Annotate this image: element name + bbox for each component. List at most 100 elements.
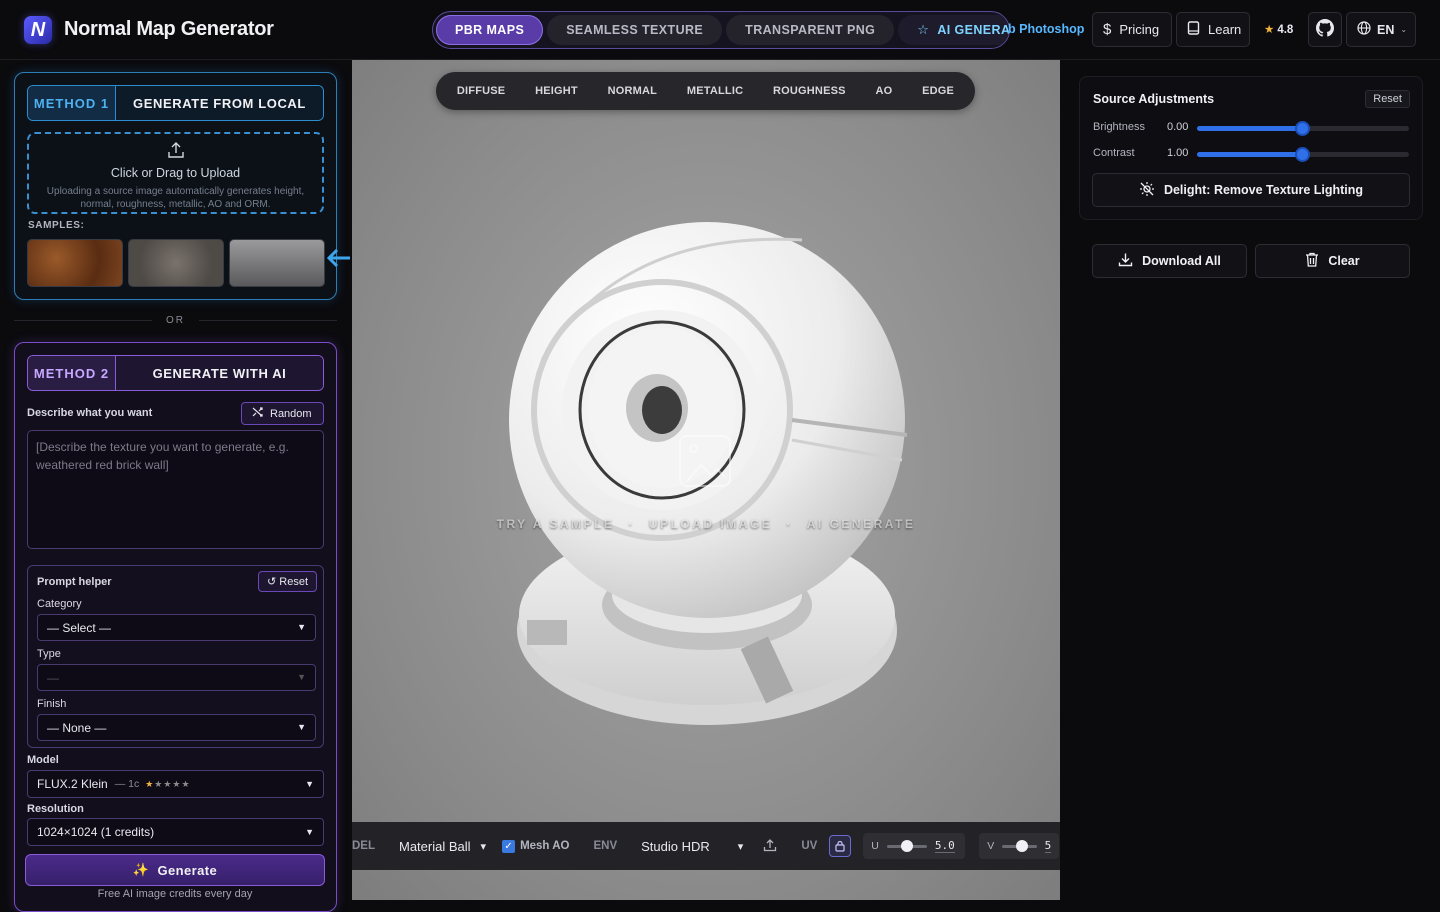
method1-label: GENERATE FROM LOCAL [116, 86, 323, 120]
mesh-select[interactable]: Material Ball ▾ [399, 839, 486, 854]
lock-icon[interactable] [829, 835, 852, 857]
download-all-button[interactable]: Download All [1092, 244, 1247, 278]
contrast-slider[interactable] [1197, 147, 1409, 162]
v-slider[interactable] [1002, 839, 1037, 852]
sample-metal[interactable] [229, 239, 325, 287]
random-button[interactable]: Random [241, 402, 324, 425]
uv-label: UV [801, 840, 818, 852]
v-slider-handle[interactable] [1016, 839, 1029, 852]
image-placeholder-icon [679, 435, 731, 487]
method1-number: METHOD 1 [28, 86, 116, 120]
map-tab-normal[interactable]: NORMAL [608, 85, 657, 97]
method2-header: METHOD 2 GENERATE WITH AI [27, 355, 324, 391]
method1-header: METHOD 1 GENERATE FROM LOCAL [27, 85, 324, 121]
pricing-button[interactable]: $ Pricing [1092, 12, 1172, 47]
finish-value: — None — [47, 720, 107, 735]
sample-leather[interactable] [27, 239, 123, 287]
model-cost: — 1c [114, 778, 140, 790]
env-value: Studio HDR [641, 838, 710, 854]
hint-upload-image[interactable]: UPLOAD IMAGE [649, 517, 772, 531]
source-adjustments-card: Source Adjustments Reset Brightness 0.00… [1079, 76, 1423, 220]
helper-reset-button[interactable]: ↺ Reset [258, 571, 318, 592]
category-select[interactable]: — Select — ▼ [37, 614, 316, 641]
model-label: Model [27, 754, 59, 766]
tab-pbr-maps[interactable]: PBR MAPS [436, 15, 544, 45]
brightness-value: 0.00 [1167, 121, 1189, 133]
u-slider-handle[interactable] [900, 839, 913, 852]
caret-down-icon: ▼ [305, 827, 314, 837]
star-empty-icon: ★★★★ [154, 778, 191, 789]
hint-ai-generate[interactable]: AI GENERATE [807, 517, 916, 531]
type-label: Type [37, 648, 61, 660]
chevron-down-icon: ▾ [480, 840, 487, 853]
hint-try-sample[interactable]: TRY A SAMPLE [497, 517, 615, 531]
model-select[interactable]: FLUX.2 Klein — 1c ★★★★★ ▼ [27, 770, 324, 798]
sample-stone[interactable] [128, 239, 224, 287]
upload-env-icon[interactable] [763, 838, 777, 855]
rating-badge: ★ 4.8 [1264, 22, 1293, 36]
brightness-slider-handle[interactable] [1295, 121, 1310, 136]
map-tab-edge[interactable]: EDGE [922, 85, 954, 97]
divider-line [199, 319, 337, 321]
caret-down-icon: ▼ [297, 672, 306, 682]
u-value[interactable]: 5.0 [934, 839, 955, 853]
3d-viewport[interactable]: DIFFUSE HEIGHT NORMAL METALLIC ROUGHNESS… [352, 60, 1060, 900]
app-title[interactable]: Normal Map Generator [64, 18, 274, 41]
rating-value: 4.8 [1277, 24, 1294, 36]
tab-ai-generate[interactable]: ☆ AI GENERATE [898, 15, 1009, 45]
map-tab-metallic[interactable]: METALLIC [687, 85, 743, 97]
checkbox-checked-icon[interactable]: ✓ [502, 839, 516, 853]
u-scale-control[interactable]: U 5.0 [863, 833, 966, 859]
map-tab-ao[interactable]: AO [875, 85, 892, 97]
v-scale-control[interactable]: V 5 [979, 833, 1060, 859]
method2-number: METHOD 2 [28, 356, 116, 390]
globe-icon [1357, 21, 1371, 38]
contrast-label: Contrast [1093, 147, 1135, 159]
clear-button[interactable]: Clear [1255, 244, 1410, 278]
u-slider[interactable] [886, 839, 927, 852]
mesh-ao-toggle[interactable]: ✓ Mesh AO [502, 839, 570, 853]
resolution-label: Resolution [27, 803, 84, 815]
app-header: N Normal Map Generator PBR MAPS SEAMLESS… [0, 0, 1440, 60]
v-value[interactable]: 5 [1044, 839, 1052, 853]
or-label: OR [166, 314, 185, 326]
type-select[interactable]: — ▼ [37, 664, 316, 691]
learn-button[interactable]: Learn [1176, 12, 1250, 47]
generate-button[interactable]: ✨ Generate [25, 854, 325, 886]
trash-icon [1305, 252, 1319, 270]
adjustments-reset-button[interactable]: Reset [1365, 90, 1410, 108]
upload-dropzone[interactable]: Click or Drag to Upload Uploading a sour… [27, 132, 324, 214]
method1-card: METHOD 1 GENERATE FROM LOCAL Click or Dr… [14, 72, 337, 300]
light-off-icon [1139, 181, 1155, 200]
model-rating-stars: ★★★★★ [145, 779, 190, 790]
caret-down-icon: ▼ [297, 622, 306, 632]
app-logo[interactable]: N [24, 16, 52, 44]
language-select[interactable]: EN ⌄ [1346, 12, 1416, 47]
delight-label: Delight: Remove Texture Lighting [1163, 183, 1364, 197]
samples-label: SAMPLES: [28, 220, 85, 231]
github-button[interactable] [1308, 12, 1342, 47]
contrast-value: 1.00 [1167, 147, 1189, 159]
mode-tabs: PBR MAPS SEAMLESS TEXTURE TRANSPARENT PN… [432, 11, 1010, 49]
tab-transparent-png[interactable]: TRANSPARENT PNG [726, 15, 895, 45]
caret-down-icon: ▼ [297, 722, 306, 732]
map-tab-diffuse[interactable]: DIFFUSE [457, 85, 505, 97]
env-select[interactable]: Studio HDR ▾ [641, 839, 743, 854]
contrast-slider-handle[interactable] [1295, 147, 1310, 162]
mesh-value: Material Ball [399, 838, 471, 854]
tab-seamless-texture[interactable]: SEAMLESS TEXTURE [547, 15, 723, 45]
mesh-ao-label: Mesh AO [520, 840, 570, 852]
map-tab-roughness[interactable]: ROUGHNESS [773, 85, 846, 97]
chevron-down-icon: ▾ [737, 840, 744, 853]
map-tab-height[interactable]: HEIGHT [535, 85, 578, 97]
tab-photoshop-partial[interactable]: b Photoshop [1008, 22, 1084, 36]
resolution-select[interactable]: 1024×1024 (1 credits) ▼ [27, 818, 324, 846]
delight-button[interactable]: Delight: Remove Texture Lighting [1092, 173, 1410, 207]
star-filled-icon: ★ [145, 778, 155, 789]
arrow-left-icon [326, 246, 352, 277]
prompt-textarea[interactable]: [Describe the texture you want to genera… [27, 430, 324, 549]
brightness-slider[interactable] [1197, 121, 1409, 136]
random-label: Random [270, 407, 312, 420]
finish-select[interactable]: — None — ▼ [37, 714, 316, 741]
pricing-label: Pricing [1119, 22, 1160, 37]
